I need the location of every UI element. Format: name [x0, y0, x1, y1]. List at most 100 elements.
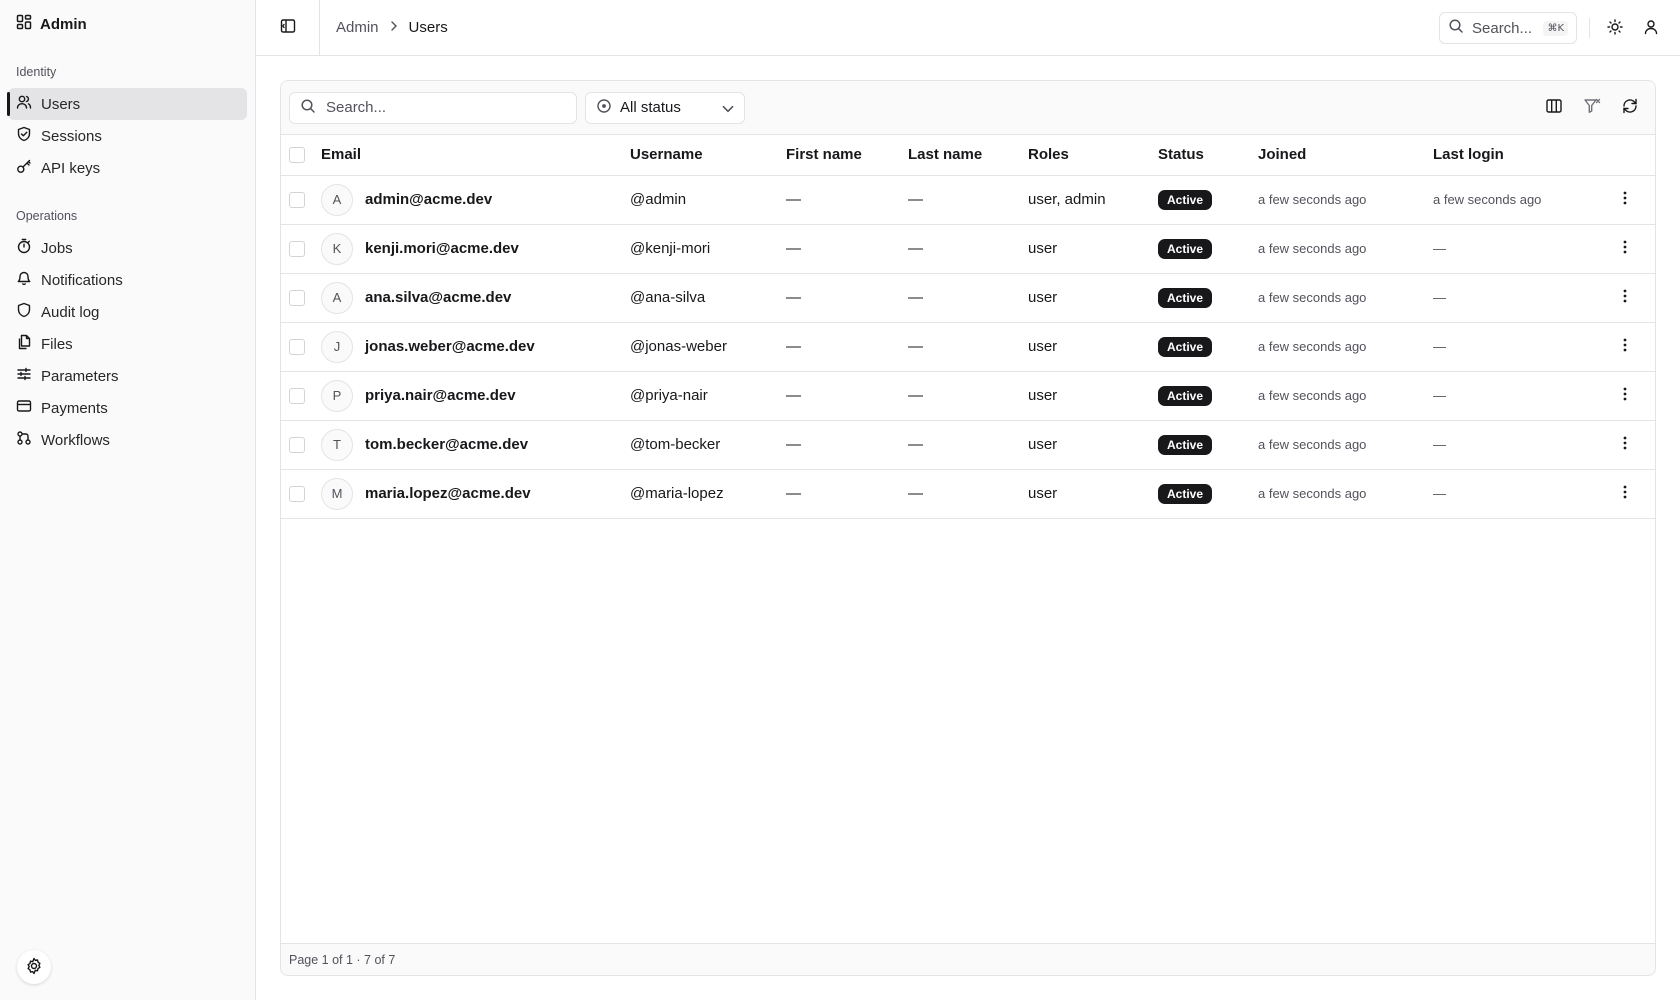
user-roles: user [1028, 420, 1158, 470]
column-header-last-name[interactable]: Last name [908, 135, 1028, 176]
status-filter-select[interactable]: All status [585, 91, 745, 124]
column-header-roles[interactable]: Roles [1028, 135, 1158, 176]
user-last-login: — [1433, 469, 1595, 519]
column-header-joined[interactable]: Joined [1258, 135, 1433, 176]
status-badge: Active [1158, 189, 1213, 210]
table-row[interactable]: Mmaria.lopez@acme.dev @maria-lopez — — u… [281, 469, 1655, 519]
status-badge: Active [1158, 287, 1213, 308]
sliders-icon [16, 366, 32, 386]
row-checkbox[interactable] [289, 485, 305, 502]
sidebar-item-audit-log[interactable]: Audit log [8, 296, 247, 328]
user-first-name: — [786, 322, 908, 372]
sidebar-item-label: Notifications [41, 271, 123, 289]
column-header-username[interactable]: Username [630, 135, 786, 176]
column-header-email[interactable]: Email [321, 135, 630, 176]
timer-icon [16, 238, 32, 258]
table-row[interactable]: Ttom.becker@acme.dev @tom-becker — — use… [281, 420, 1655, 470]
status-badge: Active [1158, 434, 1213, 455]
user-joined: a few seconds ago [1258, 322, 1433, 372]
row-actions-button[interactable] [1595, 435, 1655, 455]
sidebar-item-files[interactable]: Files [8, 328, 247, 360]
sun-icon [1607, 18, 1623, 38]
columns-button[interactable] [1545, 97, 1563, 118]
row-actions-button[interactable] [1595, 386, 1655, 406]
user-last-name: — [908, 322, 1028, 372]
sidebar-item-label: Payments [41, 399, 108, 417]
sidebar-toggle-icon [280, 18, 296, 37]
settings-button[interactable] [17, 950, 51, 984]
breadcrumb-admin[interactable]: Admin [336, 19, 379, 36]
credit-card-icon [16, 398, 32, 418]
sidebar-item-parameters[interactable]: Parameters [8, 360, 247, 392]
row-checkbox[interactable] [289, 387, 305, 404]
more-vertical-icon [1617, 288, 1633, 308]
bell-icon [16, 270, 32, 290]
table-search [289, 91, 577, 124]
workflow-icon [16, 430, 32, 450]
key-icon [16, 158, 32, 178]
row-checkbox[interactable] [289, 240, 305, 257]
sidebar-item-jobs[interactable]: Jobs [8, 232, 247, 264]
table-row[interactable]: Ppriya.nair@acme.dev @priya-nair — — use… [281, 371, 1655, 421]
sidebar-item-notifications[interactable]: Notifications [8, 264, 247, 296]
global-search-button[interactable]: Search... ⌘K [1439, 12, 1577, 44]
column-header-status[interactable]: Status [1158, 135, 1258, 176]
more-vertical-icon [1617, 484, 1633, 504]
avatar: A [321, 183, 353, 216]
row-actions-button[interactable] [1595, 337, 1655, 357]
refresh-button[interactable] [1621, 97, 1639, 118]
table-row[interactable]: Jjonas.weber@acme.dev @jonas-weber — — u… [281, 322, 1655, 372]
clear-filters-button[interactable] [1583, 97, 1601, 118]
sidebar-item-payments[interactable]: Payments [8, 392, 247, 424]
user-joined: a few seconds ago [1258, 371, 1433, 421]
breadcrumb-users: Users [408, 19, 448, 36]
column-header-last-login[interactable]: Last login [1433, 135, 1595, 176]
row-checkbox[interactable] [289, 191, 305, 208]
table-row[interactable]: Kkenji.mori@acme.dev @kenji-mori — — use… [281, 224, 1655, 274]
user-roles: user [1028, 469, 1158, 519]
user-first-name: — [786, 469, 908, 519]
sidebar: Admin Identity Users Sessions API keys O… [0, 0, 256, 1000]
user-email: tom.becker@acme.dev [365, 436, 529, 453]
status-badge: Active [1158, 483, 1213, 504]
row-checkbox[interactable] [289, 338, 305, 355]
user-last-login: a few seconds ago [1433, 175, 1595, 225]
column-header-actions [1595, 135, 1655, 176]
more-vertical-icon [1617, 435, 1633, 455]
row-actions-button[interactable] [1595, 288, 1655, 308]
user-username: @tom-becker [630, 420, 786, 470]
sidebar-item-api-keys[interactable]: API keys [8, 152, 247, 184]
table-row[interactable]: Aadmin@acme.dev @admin — — user, admin A… [281, 175, 1655, 225]
user-roles: user, admin [1028, 175, 1158, 225]
chevron-right-icon [387, 19, 401, 37]
toggle-sidebar-button[interactable] [256, 0, 320, 56]
sidebar-item-users[interactable]: Users [7, 88, 247, 120]
row-actions-button[interactable] [1595, 239, 1655, 259]
sidebar-item-workflows[interactable]: Workflows [8, 424, 247, 456]
brand[interactable]: Admin [0, 0, 255, 48]
user-last-login: — [1433, 371, 1595, 421]
user-email: admin@acme.dev [365, 191, 493, 208]
sidebar-item-label: Audit log [41, 303, 100, 321]
row-actions-button[interactable] [1595, 190, 1655, 210]
user-menu-button[interactable] [1638, 12, 1664, 44]
divider [1589, 18, 1590, 38]
avatar: J [321, 330, 353, 363]
table-row[interactable]: Aana.silva@acme.dev @ana-silva — — user … [281, 273, 1655, 323]
user-email: maria.lopez@acme.dev [365, 485, 531, 502]
avatar: A [321, 281, 353, 314]
column-header-first-name[interactable]: First name [786, 135, 908, 176]
sidebar-item-label: API keys [41, 159, 101, 177]
user-username: @admin [630, 175, 786, 225]
table-search-input[interactable] [326, 99, 566, 116]
sidebar-item-sessions[interactable]: Sessions [8, 120, 247, 152]
row-checkbox[interactable] [289, 289, 305, 306]
user-last-login: — [1433, 322, 1595, 372]
user-email: jonas.weber@acme.dev [365, 338, 535, 355]
row-actions-button[interactable] [1595, 484, 1655, 504]
row-checkbox[interactable] [289, 436, 305, 453]
select-all-checkbox[interactable] [289, 146, 305, 163]
user-roles: user [1028, 273, 1158, 323]
theme-toggle-button[interactable] [1602, 12, 1628, 44]
main: Admin Users Search... ⌘K Search... All s… [256, 0, 1680, 1000]
